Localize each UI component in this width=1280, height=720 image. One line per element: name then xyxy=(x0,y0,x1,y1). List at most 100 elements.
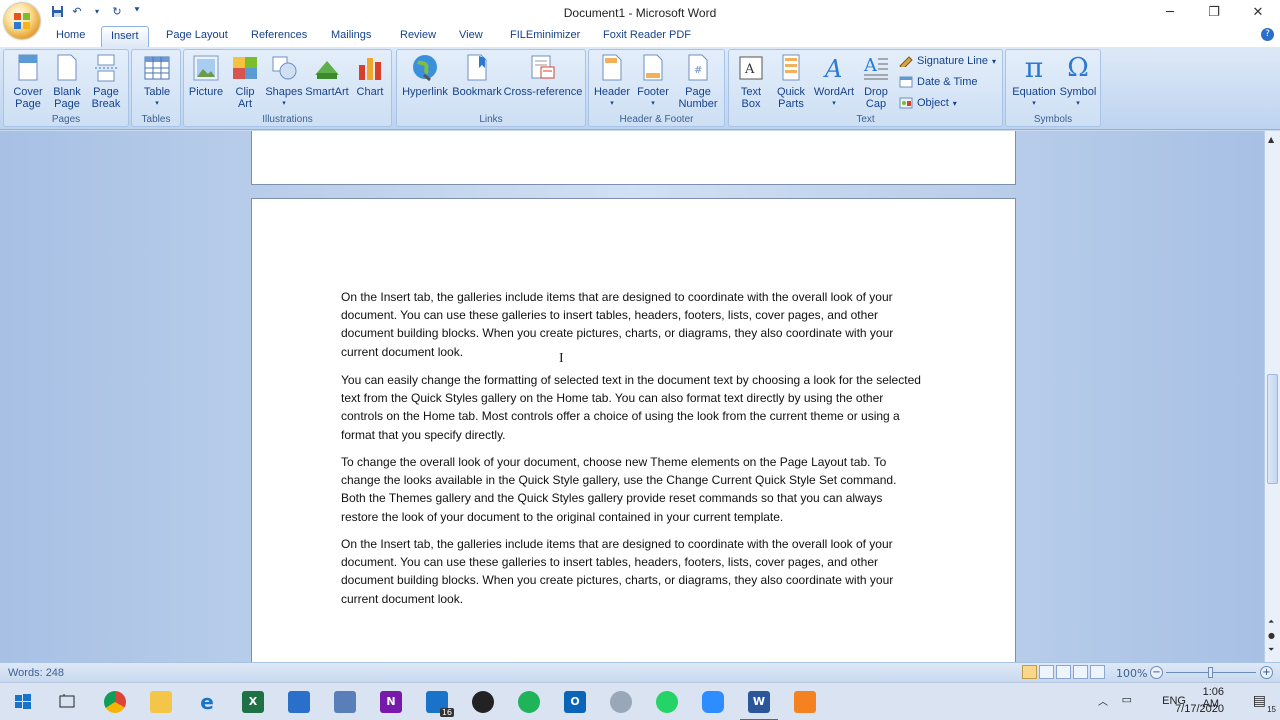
paragraph[interactable]: You can easily change the formatting of … xyxy=(341,371,921,444)
wordart-button[interactable]: A WordArt ▾ xyxy=(811,53,857,110)
calculator-icon[interactable] xyxy=(334,691,356,713)
zoom-in-button[interactable]: + xyxy=(1260,666,1273,679)
blank-page-button[interactable]: Blank Page xyxy=(48,53,86,110)
quick-parts-button[interactable]: Quick Parts xyxy=(771,53,811,110)
restore-button[interactable]: ❐ xyxy=(1192,0,1236,25)
zoom-slider-knob[interactable] xyxy=(1208,667,1213,678)
battery-icon[interactable]: ▭ xyxy=(1122,693,1132,706)
cover-page-button[interactable]: Cover Page xyxy=(8,53,48,110)
hyperlink-button[interactable]: Hyperlink xyxy=(399,53,451,98)
tab-view[interactable]: View xyxy=(459,29,483,41)
shapes-button[interactable]: Shapes ▾ xyxy=(264,53,304,110)
page-number-button[interactable]: # Page Number xyxy=(673,53,723,110)
paragraph[interactable]: On the Insert tab, the galleries include… xyxy=(341,288,921,361)
show-hidden-icons-icon[interactable]: ︿ xyxy=(1098,693,1108,708)
smartart-button[interactable]: SmartArt xyxy=(304,53,350,98)
next-page-icon[interactable]: ⏷ xyxy=(1268,645,1274,655)
scroll-up-icon[interactable]: ▲ xyxy=(1268,135,1274,144)
previous-page-icon[interactable]: ⏶ xyxy=(1268,617,1274,627)
snipping-icon[interactable] xyxy=(472,691,494,713)
group-header-footer: Header ▾ Footer ▾ # Page Number Header &… xyxy=(588,49,725,127)
document-page[interactable]: On the Insert tab, the galleries include… xyxy=(251,198,1016,662)
close-button[interactable]: ✕ xyxy=(1236,0,1280,25)
header-button[interactable]: Header ▾ xyxy=(591,53,633,110)
footer-button[interactable]: Footer ▾ xyxy=(633,53,673,110)
tab-mailings[interactable]: Mailings xyxy=(331,29,371,41)
clip-art-label-1: Clip xyxy=(235,86,255,98)
object-button[interactable]: Object ▾ xyxy=(899,97,957,109)
whatsapp-desktop-icon[interactable] xyxy=(518,691,540,713)
date-time-label: Date & Time xyxy=(917,76,978,88)
zoom-out-button[interactable]: − xyxy=(1150,666,1163,679)
browse-object-icon[interactable]: ● xyxy=(1268,631,1275,640)
task-view-icon[interactable] xyxy=(56,691,78,713)
clock-date[interactable]: 7/17/2020 xyxy=(1175,703,1224,715)
word-icon[interactable]: W xyxy=(740,691,778,720)
store-icon[interactable] xyxy=(288,691,310,713)
tab-foxit-reader-pdf[interactable]: Foxit Reader PDF xyxy=(603,29,691,41)
tab-home[interactable]: Home xyxy=(56,29,85,41)
paint-icon[interactable] xyxy=(610,691,632,713)
edge-icon[interactable]: e xyxy=(196,691,218,713)
text-box-button[interactable]: A Text Box xyxy=(731,53,771,110)
outline-view-button[interactable] xyxy=(1073,665,1088,679)
tab-fileminimizer[interactable]: FILEminimizer xyxy=(510,29,580,41)
full-screen-reading-view-button[interactable] xyxy=(1039,665,1054,679)
picture-button[interactable]: Picture xyxy=(186,53,226,98)
date-time-button[interactable]: Date & Time xyxy=(899,76,978,88)
outlook-icon[interactable]: O xyxy=(564,691,586,713)
page-number-label-1: Page xyxy=(685,86,711,98)
file-explorer-icon[interactable] xyxy=(150,691,172,713)
start-icon[interactable] xyxy=(12,691,34,713)
group-label-illustrations: Illustrations xyxy=(262,114,313,125)
zoom-icon[interactable] xyxy=(702,691,724,713)
chart-button[interactable]: Chart xyxy=(350,53,390,98)
signature-line-button[interactable]: Signature Line ▾ xyxy=(899,55,996,70)
draft-view-button[interactable] xyxy=(1090,665,1105,679)
omega-icon: Ω xyxy=(1067,53,1089,83)
foxit-icon[interactable] xyxy=(794,691,816,713)
vertical-scrollbar[interactable]: ▲ ⏶ ● ⏷ xyxy=(1264,131,1280,662)
tab-page-layout[interactable]: Page Layout xyxy=(166,29,228,41)
bookmark-button[interactable]: Bookmark xyxy=(451,53,503,98)
tab-insert[interactable]: Insert xyxy=(101,26,149,48)
blank-page-label-1: Blank xyxy=(53,86,81,98)
cover-page-label-2: Page xyxy=(15,98,41,110)
document-area[interactable]: On the Insert tab, the galleries include… xyxy=(0,131,1264,662)
symbol-button[interactable]: Ω Symbol ▾ xyxy=(1058,53,1098,110)
pi-icon: π xyxy=(1024,51,1044,84)
equation-button[interactable]: π Equation ▾ xyxy=(1010,53,1058,110)
word-count[interactable]: Words: 248 xyxy=(8,667,64,679)
group-text: A Text Box Quick Parts A WordArt ▾ A Dro… xyxy=(728,49,1003,127)
office-button[interactable] xyxy=(4,3,40,39)
document-page[interactable] xyxy=(251,131,1016,185)
paragraph[interactable]: To change the overall look of your docum… xyxy=(341,453,921,526)
calendar-icon xyxy=(899,76,913,88)
mail-icon[interactable]: 16 xyxy=(426,691,454,717)
symbol-dropdown-icon: ▾ xyxy=(1076,100,1080,107)
hyperlink-label: Hyperlink xyxy=(402,86,448,98)
tab-review[interactable]: Review xyxy=(400,29,436,41)
print-layout-view-button[interactable] xyxy=(1022,665,1037,679)
paragraph[interactable]: On the Insert tab, the galleries include… xyxy=(341,535,921,608)
page-break-button[interactable]: Page Break xyxy=(87,53,125,110)
drop-cap-button[interactable]: A Drop Cap xyxy=(857,53,895,110)
chrome-icon[interactable] xyxy=(104,691,126,713)
minimize-button[interactable]: ─ xyxy=(1148,0,1192,25)
zoom-level[interactable]: 100% xyxy=(1116,667,1147,680)
help-icon[interactable]: ? xyxy=(1261,28,1274,41)
whatsapp-icon[interactable] xyxy=(656,691,678,713)
cross-reference-button[interactable]: Cross-reference xyxy=(503,53,583,98)
header-dropdown-icon: ▾ xyxy=(610,100,614,107)
clip-art-button[interactable]: Clip Art xyxy=(228,53,262,110)
header-icon xyxy=(597,53,627,83)
notification-icon[interactable]: ▤ xyxy=(1253,692,1266,709)
excel-icon[interactable]: X xyxy=(242,691,264,713)
onenote-icon[interactable]: N xyxy=(380,691,402,713)
signature-line-label: Signature Line xyxy=(917,55,988,67)
signature-line-dropdown-icon: ▾ xyxy=(991,56,996,66)
web-layout-view-button[interactable] xyxy=(1056,665,1071,679)
scrollbar-thumb[interactable] xyxy=(1267,374,1278,484)
table-button[interactable]: Table ▾ xyxy=(136,53,178,110)
tab-references[interactable]: References xyxy=(251,29,307,41)
